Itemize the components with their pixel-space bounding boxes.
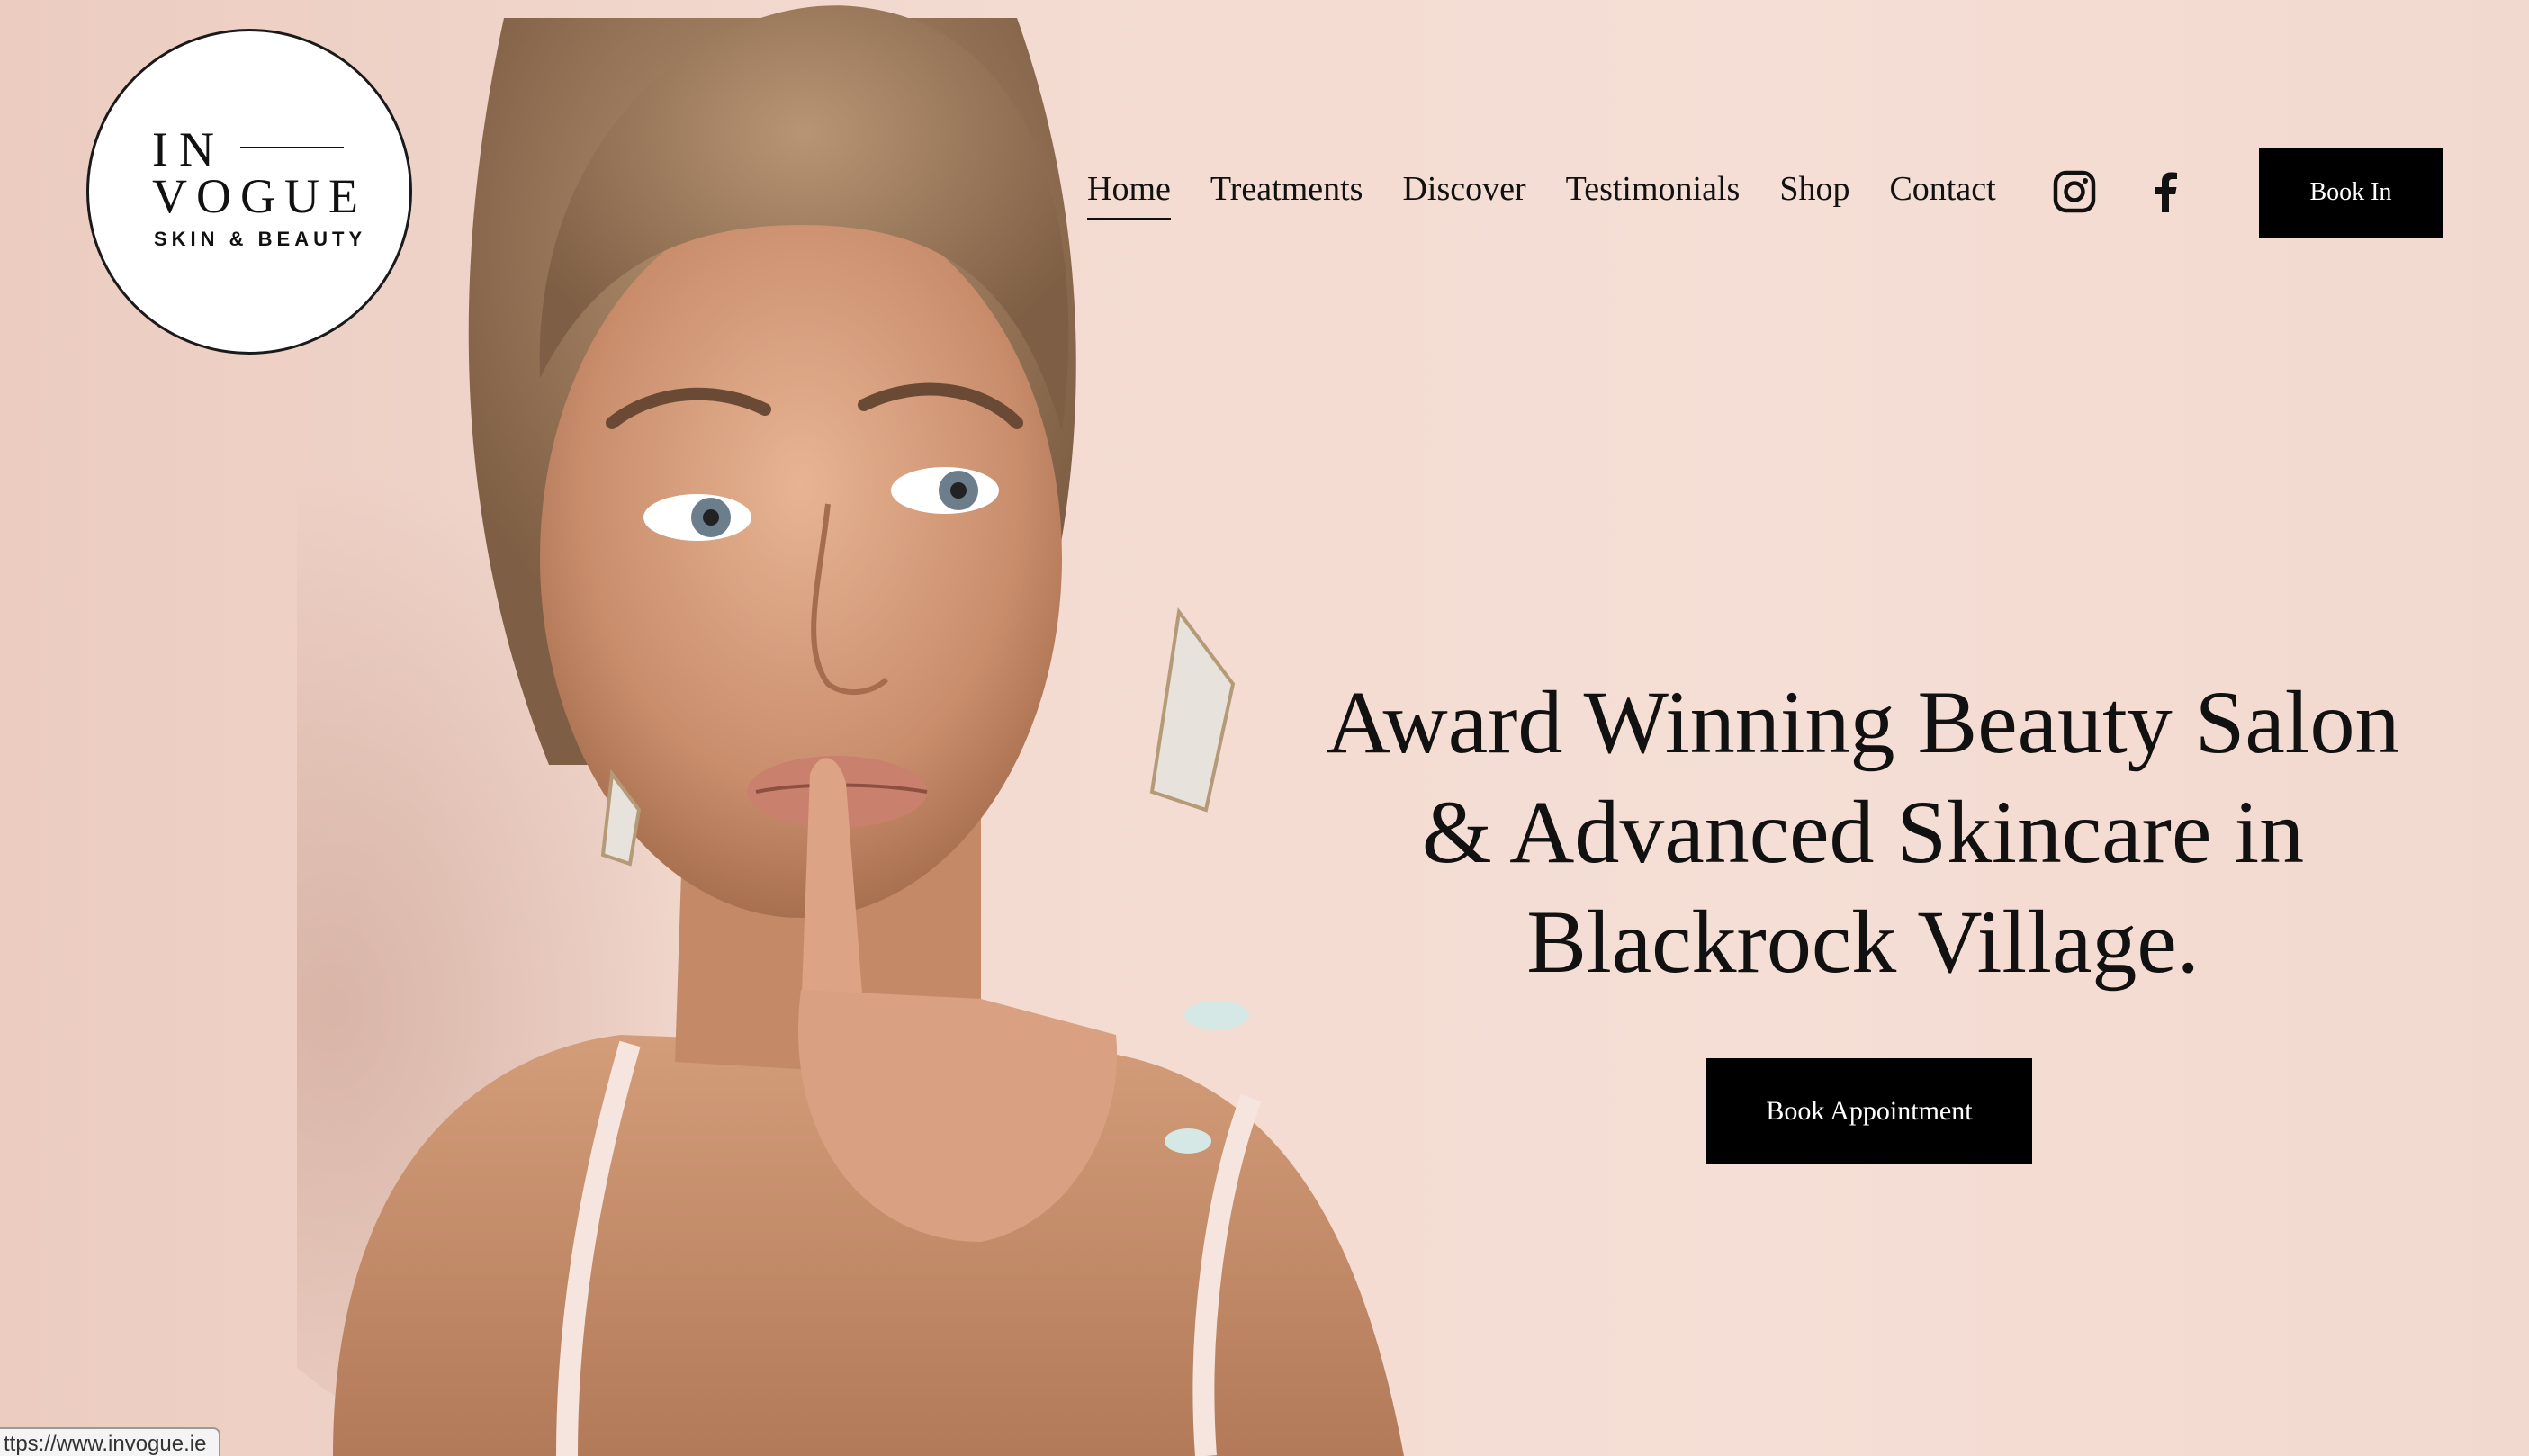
main-nav: Home Treatments Discover Testimonials Sh… [1087, 169, 1996, 220]
logo-divider [240, 147, 344, 148]
nav-item-testimonials[interactable]: Testimonials [1566, 169, 1741, 220]
logo-text-vogue: VOGUE [152, 169, 367, 223]
nav-item-discover[interactable]: Discover [1402, 169, 1526, 220]
social-links [2052, 169, 2189, 214]
nav-item-treatments[interactable]: Treatments [1210, 169, 1364, 220]
book-in-button[interactable]: Book In [2259, 148, 2443, 238]
hero-heading-line-2: & Advanced Skincare in [1421, 782, 2305, 882]
hero-heading: Award Winning Beauty Salon & Advanced Sk… [1278, 668, 2448, 997]
hero-heading-line-3: Blackrock Village. [1526, 892, 2200, 992]
logo-text-subtitle: SKIN & BEAUTY [154, 228, 367, 250]
book-appointment-button[interactable]: Book Appointment [1706, 1058, 2032, 1164]
instagram-icon[interactable] [2052, 169, 2097, 214]
site-logo[interactable]: IN VOGUE SKIN & BEAUTY [86, 29, 412, 355]
homepage: IN VOGUE SKIN & BEAUTY Home Treatments D… [0, 0, 2529, 1456]
facebook-icon[interactable] [2144, 169, 2189, 214]
hero-heading-line-1: Award Winning Beauty Salon [1326, 672, 2400, 772]
status-bar-url: ttps://www.invogue.ie [0, 1427, 221, 1456]
nav-item-shop[interactable]: Shop [1779, 169, 1850, 220]
nav-item-contact[interactable]: Contact [1889, 169, 1995, 220]
nav-item-home[interactable]: Home [1087, 169, 1171, 220]
